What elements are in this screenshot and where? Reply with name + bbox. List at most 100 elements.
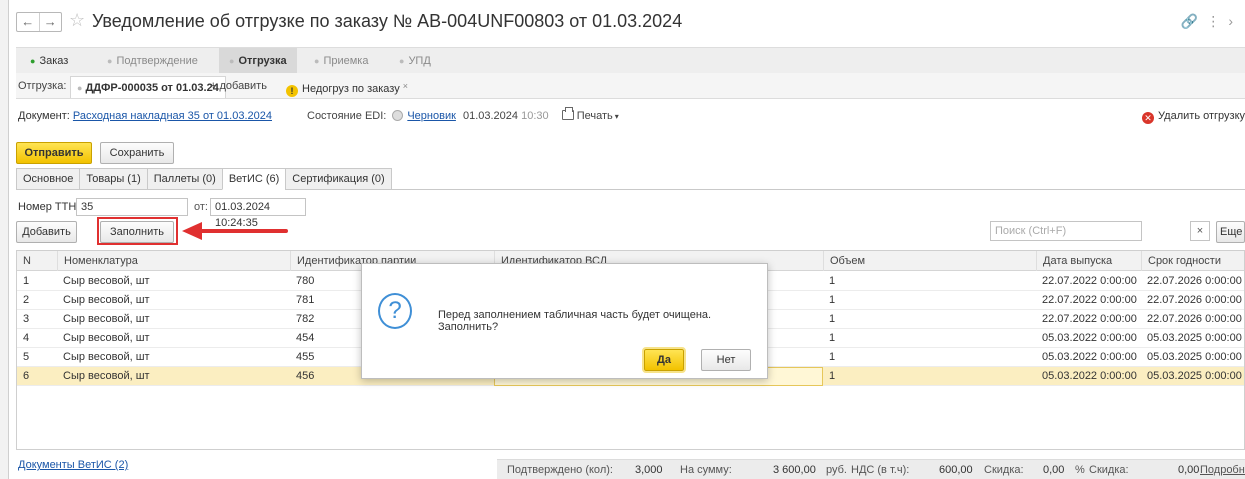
cell-produced: 05.03.2022 0:00:00 [1042, 370, 1137, 382]
stage-acceptance[interactable]: ● Приемка [314, 48, 368, 74]
ttn-date-label: от: [194, 201, 208, 213]
stage-label: Подтверждение [116, 55, 198, 67]
column-header[interactable]: Дата выпуска [1036, 251, 1141, 271]
vat-value: 600,00 [939, 464, 973, 476]
vat-label: НДС (в т.ч): [851, 464, 910, 476]
discount-amount-label: Скидка: [1089, 464, 1129, 476]
tab-vetis[interactable]: ВетИС (6) [221, 168, 287, 190]
cell-item: Сыр весовой, шт [63, 313, 150, 325]
ttn-date-field[interactable]: 01.03.2024 10:24:35 [210, 198, 306, 229]
ttn-number-field[interactable]: 35 [76, 198, 188, 216]
tab-main[interactable]: Основное [16, 168, 81, 190]
shipment-label: Отгрузка: [18, 80, 67, 92]
dialog-message: Перед заполнением табличная часть будет … [438, 309, 712, 333]
sum-label: На сумму: [680, 464, 732, 476]
title-row: ← → ☆ Уведомление об отгрузке по заказу … [10, 6, 1245, 36]
stage-confirmation[interactable]: ● Подтверждение [107, 48, 198, 74]
print-menu-button[interactable]: Печать [577, 110, 613, 122]
stage-order[interactable]: ● Заказ [30, 48, 68, 74]
process-stages-bar: ● Заказ ● Подтверждение ● Отгрузка ● Приемка… [16, 47, 1245, 74]
cell-produced: 22.07.2022 0:00:00 [1042, 294, 1137, 306]
edi-date: 01.03.2024 [462, 110, 519, 122]
save-button[interactable]: Сохранить [100, 142, 174, 164]
document-label: Документ: [18, 110, 70, 122]
clear-search-button[interactable]: × [1190, 221, 1210, 241]
cell-n: 3 [23, 313, 30, 325]
close-icon[interactable]: × [403, 81, 408, 91]
currency-label: руб. [826, 464, 847, 476]
nav-buttons: ← → [16, 12, 62, 32]
cell-volume: 1 [829, 351, 836, 363]
cell-item: Сыр весовой, шт [63, 370, 150, 382]
annotation-highlight-box [97, 217, 178, 245]
add-shipment-button[interactable]: + добавить [210, 73, 267, 99]
cell-produced: 05.03.2022 0:00:00 [1042, 351, 1137, 363]
stage-status-dot-icon: ● [399, 56, 405, 66]
back-arrow-icon[interactable]: ← [17, 13, 39, 31]
shipment-tab-active[interactable]: ● ДДФР-000035 от 01.03.24 [70, 76, 226, 98]
discount-value: 0,00 [1043, 464, 1065, 476]
cell-n: 1 [23, 275, 30, 287]
search-input[interactable]: Поиск (Ctrl+F) [990, 221, 1142, 241]
cell-volume: 1 [829, 332, 836, 344]
column-header[interactable]: Объем [823, 251, 1036, 271]
document-link[interactable]: Расходная накладная 35 от 01.03.2024 [73, 110, 272, 122]
tab-certification[interactable]: Сертификация (0) [285, 168, 392, 190]
favorite-star-icon[interactable]: ☆ [69, 10, 85, 31]
underload-tab[interactable]: ! Недогруз по заказу × [286, 73, 408, 102]
column-header[interactable]: Номенклатура [57, 251, 290, 271]
cell-expires: 05.03.2025 0:00:00 [1147, 351, 1242, 363]
cell-item: Сыр весовой, шт [63, 294, 150, 306]
ttn-number-label: Номер ТТН: [18, 201, 80, 213]
stage-shipment[interactable]: ● Отгрузка [219, 48, 297, 74]
column-header[interactable]: Срок годности [1141, 251, 1244, 271]
page-title: Уведомление об отгрузке по заказу № АВ-0… [92, 11, 683, 31]
stage-status-dot-icon: ● [30, 56, 36, 66]
vetis-documents-link[interactable]: Документы ВетИС (2) [18, 459, 128, 471]
send-button[interactable]: Отправить [16, 142, 92, 164]
no-button[interactable]: Нет [701, 349, 751, 371]
forward-arrow-icon[interactable]: → [38, 13, 62, 31]
totals-bar: Подтверждено (кол): 3,000 На сумму: 3 60… [497, 459, 1245, 479]
more-menu-button[interactable]: Еще [1216, 221, 1245, 243]
stage-upd[interactable]: ● УПД [399, 48, 431, 74]
cell-produced: 05.03.2022 0:00:00 [1042, 332, 1137, 344]
confirmed-label: Подтверждено (кол): [507, 464, 613, 476]
stage-status-dot-icon: ● [107, 56, 113, 66]
stage-label: Приемка [323, 55, 369, 67]
cell-expires: 22.07.2026 0:00:00 [1147, 294, 1242, 306]
discount-amount-value: 0,00 [1178, 464, 1200, 476]
tab-pallets[interactable]: Паллеты (0) [146, 168, 223, 190]
cell-expires: 22.07.2026 0:00:00 [1147, 313, 1242, 325]
shipment-tab-label: ДДФР-000035 от 01.03.24 [85, 82, 219, 94]
discount-label: Скидка: [984, 464, 1024, 476]
cell-item: Сыр весовой, шт [63, 332, 150, 344]
cell-n: 2 [23, 294, 30, 306]
cell-produced: 22.07.2022 0:00:00 [1042, 275, 1137, 287]
warning-icon: ! [286, 85, 298, 97]
cell-item: Сыр весовой, шт [63, 275, 150, 287]
underload-label: Недогруз по заказу [302, 83, 400, 95]
annotation-arrow-icon [182, 222, 202, 240]
edi-time: 10:30 [521, 110, 549, 122]
stage-status-dot-icon: ● [314, 56, 320, 66]
window-actions-icons[interactable]: 🔗⋮› [1181, 13, 1241, 30]
add-row-button[interactable]: Добавить [16, 221, 77, 243]
tab-goods[interactable]: Товары (1) [79, 168, 148, 190]
edi-status-link[interactable]: Черновик [407, 110, 456, 122]
delete-icon: ✕ [1142, 112, 1155, 124]
delete-shipment-button[interactable]: ✕ Удалить отгрузку [1142, 106, 1245, 126]
column-header[interactable]: N [17, 251, 57, 271]
confirm-dialog: ? Перед заполнением табличная часть буде… [361, 263, 768, 379]
tab-dot-icon: ● [77, 83, 83, 93]
shipment-tabs-row: Отгрузка: ● ДДФР-000035 от 01.03.24 + доб… [16, 73, 1245, 99]
yes-button[interactable]: Да [642, 347, 686, 373]
question-icon: ? [378, 293, 412, 329]
cell-expires: 22.07.2026 0:00:00 [1147, 275, 1242, 287]
details-link[interactable]: Подробнее [1200, 460, 1245, 479]
stage-label: Отгрузка [238, 55, 287, 67]
stage-status-dot-icon: ● [229, 56, 235, 66]
cell-produced: 22.07.2022 0:00:00 [1042, 313, 1137, 325]
edi-state-label: Состояние EDI: [307, 110, 387, 122]
document-form: ← → ☆ Уведомление об отгрузке по заказу … [10, 0, 1245, 479]
